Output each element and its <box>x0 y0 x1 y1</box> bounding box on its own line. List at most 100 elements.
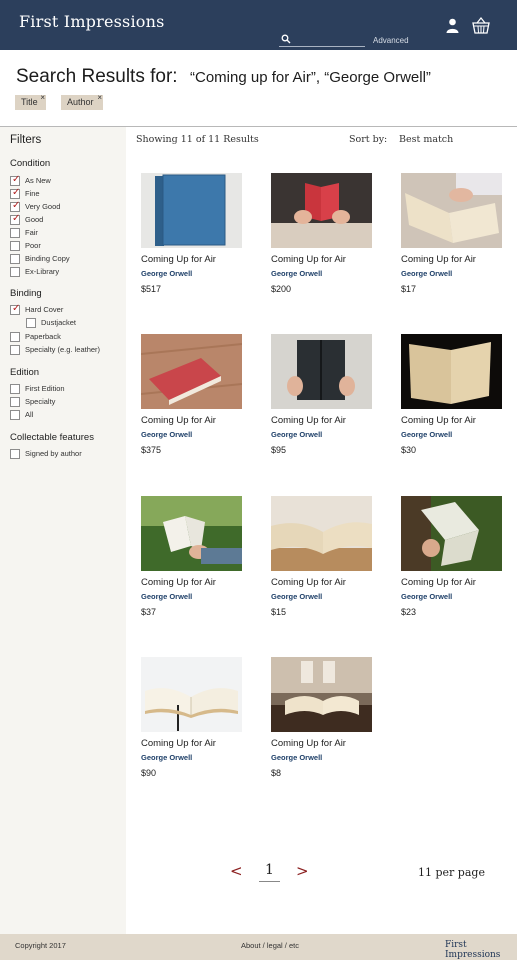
author-link[interactable]: George Orwell <box>271 592 322 601</box>
author-link[interactable]: George Orwell <box>271 269 322 278</box>
result-card[interactable]: Coming Up for Air George Orwell $375 <box>141 334 243 459</box>
search-box[interactable] <box>279 33 365 47</box>
search-input[interactable] <box>293 33 363 45</box>
filter-group-collectable: Collectable features <box>10 432 94 443</box>
checkbox-label: Binding Copy <box>25 254 70 263</box>
result-card[interactable]: Coming Up for Air George Orwell $17 <box>401 173 503 298</box>
book-image[interactable] <box>271 657 372 732</box>
checkbox[interactable] <box>10 228 20 238</box>
price: $200 <box>271 284 292 294</box>
book-title[interactable]: Coming Up for Air <box>401 415 476 426</box>
check-icon: ✓ <box>12 174 21 185</box>
close-icon[interactable]: × <box>40 93 45 102</box>
checkbox-label: Hard Cover <box>25 305 64 314</box>
check-icon: ✓ <box>12 200 21 211</box>
result-card[interactable]: Coming Up for Air George Orwell $23 <box>401 496 503 621</box>
site-logo[interactable]: First Impressions <box>19 12 165 31</box>
author-link[interactable]: George Orwell <box>271 430 322 439</box>
checkbox[interactable] <box>10 384 20 394</box>
book-title[interactable]: Coming Up for Air <box>401 254 476 265</box>
author-link[interactable]: George Orwell <box>141 592 192 601</box>
checkbox-label: Signed by author <box>25 449 82 458</box>
close-icon[interactable]: × <box>97 93 102 102</box>
book-image[interactable] <box>141 496 242 571</box>
price: $8 <box>271 768 282 778</box>
book-title[interactable]: Coming Up for Air <box>271 254 346 265</box>
checkbox-label: Very Good <box>25 202 61 211</box>
checkbox[interactable] <box>10 332 20 342</box>
checkbox[interactable]: ✓ <box>10 200 21 212</box>
book-image[interactable] <box>271 173 372 248</box>
filters-sidebar: Filters Condition ✓ As New ✓ Fine ✓ Very Go… <box>0 127 126 934</box>
author-link[interactable]: George Orwell <box>401 269 452 278</box>
book-image[interactable] <box>141 657 242 732</box>
book-title[interactable]: Coming Up for Air <box>141 738 216 749</box>
checkbox[interactable] <box>10 254 20 264</box>
author-link[interactable]: George Orwell <box>141 430 192 439</box>
result-card[interactable]: Coming Up for Air George Orwell $517 <box>141 173 243 298</box>
checkbox-label: Specialty <box>25 397 56 406</box>
checkbox[interactable] <box>10 449 20 459</box>
footer-logo[interactable]: First Impressions <box>445 940 517 960</box>
checkbox[interactable]: ✓ <box>10 214 20 225</box>
search-query-text: “Coming up for Air”, “George Orwell” <box>190 69 431 86</box>
page-number-input[interactable]: 1 <box>259 862 280 882</box>
prev-page-button[interactable]: < <box>230 862 243 880</box>
author-link[interactable]: George Orwell <box>401 592 452 601</box>
checkbox-label: Dustjacket <box>41 318 77 327</box>
result-card[interactable]: Coming Up for Air George Orwell $30 <box>401 334 503 459</box>
book-title[interactable]: Coming Up for Air <box>141 254 216 265</box>
checkbox[interactable]: ✓ <box>10 187 21 199</box>
book-title[interactable]: Coming Up for Air <box>271 577 346 588</box>
checkbox-label: Poor <box>25 241 41 250</box>
result-card[interactable]: Coming Up for Air George Orwell $200 <box>271 173 373 298</box>
author-link[interactable]: George Orwell <box>141 269 192 278</box>
book-title[interactable]: Coming Up for Air <box>271 415 346 426</box>
result-card[interactable]: Coming Up for Air George Orwell $8 <box>271 657 373 782</box>
filter-group-binding: Binding <box>10 288 42 299</box>
result-card[interactable]: Coming Up for Air George Orwell $37 <box>141 496 243 621</box>
book-image[interactable] <box>401 496 502 571</box>
checkbox[interactable] <box>10 241 20 251</box>
next-page-button[interactable]: > <box>296 862 309 880</box>
sort-dropdown[interactable]: Best match <box>399 134 453 145</box>
checkbox[interactable] <box>10 410 20 420</box>
check-icon: ✓ <box>12 303 21 314</box>
book-image[interactable] <box>271 496 372 571</box>
filter-chip-author[interactable]: Author × <box>61 93 103 110</box>
search-icon[interactable] <box>281 34 291 44</box>
checkbox[interactable]: ✓ <box>10 303 21 315</box>
checkbox[interactable] <box>10 397 20 407</box>
book-title[interactable]: Coming Up for Air <box>271 738 346 749</box>
filter-chip-title[interactable]: Title × <box>15 93 46 110</box>
advanced-search-link[interactable]: Advanced <box>373 36 409 45</box>
basket-icon[interactable] <box>472 17 490 34</box>
copyright-text: Copyright 2017 <box>15 941 66 950</box>
book-image[interactable] <box>401 334 502 409</box>
book-image[interactable] <box>271 334 372 409</box>
book-title[interactable]: Coming Up for Air <box>141 415 216 426</box>
author-link[interactable]: George Orwell <box>401 430 452 439</box>
checkbox[interactable] <box>10 345 20 355</box>
footer-links[interactable]: About / legal / etc <box>241 941 299 950</box>
book-image[interactable] <box>141 334 242 409</box>
result-card[interactable]: Coming Up for Air George Orwell $15 <box>271 496 373 621</box>
book-image[interactable] <box>401 173 502 248</box>
checkbox[interactable] <box>26 318 36 328</box>
checkbox-label: First Edition <box>25 384 65 393</box>
book-title[interactable]: Coming Up for Air <box>141 577 216 588</box>
result-card[interactable]: Coming Up for Air George Orwell $90 <box>141 657 243 782</box>
chip-label: Title <box>21 97 38 107</box>
per-page-selector[interactable]: 11 per page <box>418 866 485 879</box>
check-icon: ✓ <box>12 187 21 198</box>
filters-title: Filters <box>10 134 42 146</box>
result-card[interactable]: Coming Up for Air George Orwell $95 <box>271 334 373 459</box>
book-title[interactable]: Coming Up for Air <box>401 577 476 588</box>
checkbox[interactable]: ✓ <box>10 174 21 186</box>
author-link[interactable]: George Orwell <box>141 753 192 762</box>
checkbox[interactable] <box>10 267 20 277</box>
user-icon[interactable] <box>446 18 459 33</box>
author-link[interactable]: George Orwell <box>271 753 322 762</box>
book-image[interactable] <box>141 173 242 248</box>
site-footer: Copyright 2017 About / legal / etc First… <box>0 934 517 960</box>
